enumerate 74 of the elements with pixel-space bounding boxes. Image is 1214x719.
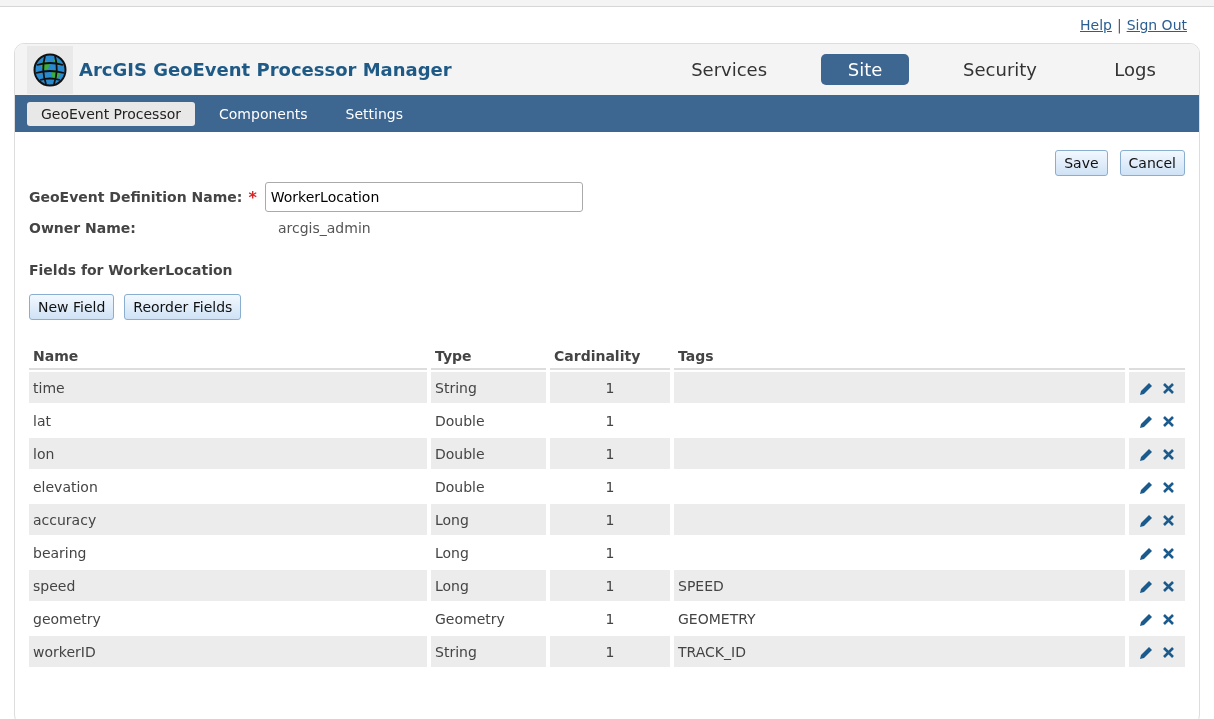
- edit-icon[interactable]: [1139, 513, 1154, 528]
- column-header: Name: [29, 344, 427, 370]
- table-cell-text: Double: [434, 477, 486, 497]
- sub-tab[interactable]: GeoEvent Processor: [27, 101, 195, 126]
- nav-tab[interactable]: Site: [821, 54, 910, 85]
- edit-icon[interactable]: [1139, 414, 1154, 429]
- delete-icon[interactable]: [1161, 382, 1175, 395]
- edit-icon[interactable]: [1139, 447, 1154, 462]
- section-heading: Fields for WorkerLocation: [29, 262, 234, 278]
- delete-icon[interactable]: [1161, 481, 1175, 494]
- required-mark: *: [248, 187, 257, 207]
- edit-icon[interactable]: [1139, 546, 1154, 561]
- table-cell-text: lat: [32, 411, 52, 431]
- field-button[interactable]: Reorder Fields: [124, 294, 242, 320]
- field-label: Owner Name:: [29, 220, 137, 236]
- table-cell: String: [431, 372, 546, 403]
- table-cell: workerID: [29, 636, 427, 667]
- field-button[interactable]: New Field: [29, 294, 115, 320]
- column-header: Cardinality: [550, 344, 670, 370]
- table-cell: time: [29, 372, 427, 403]
- table-cell: 1: [550, 636, 670, 667]
- table-cell-text: 1: [604, 609, 616, 629]
- table-cell-text: elevation: [32, 477, 99, 497]
- column-header: Tags: [674, 344, 1125, 370]
- sub-tab[interactable]: Components: [205, 101, 322, 126]
- table-cell-text: 1: [604, 543, 616, 563]
- field-label: GeoEvent Definition Name:: [29, 189, 243, 205]
- table-cell: 1: [550, 372, 670, 403]
- table-cell-text: Long: [434, 543, 470, 563]
- table-cell: 1: [550, 570, 670, 601]
- table-cell-text: Double: [434, 411, 486, 431]
- delete-icon[interactable]: [1161, 646, 1175, 659]
- help-link[interactable]: Help: [1080, 17, 1112, 33]
- sign-out-link[interactable]: Sign Out: [1126, 17, 1187, 33]
- edit-icon[interactable]: [1139, 612, 1154, 627]
- edit-icon[interactable]: [1139, 645, 1154, 660]
- table-cell: lon: [29, 438, 427, 469]
- delete-icon[interactable]: [1161, 613, 1175, 626]
- delete-icon[interactable]: [1161, 448, 1175, 461]
- nav-tab[interactable]: Services: [675, 54, 784, 85]
- table-cell: accuracy: [29, 504, 427, 535]
- nav-tab[interactable]: Logs: [1091, 54, 1179, 85]
- globe-icon: [33, 52, 67, 87]
- app-title: ArcGIS GeoEvent Processor Manager: [79, 59, 453, 80]
- column-header: Type: [431, 344, 546, 370]
- delete-icon[interactable]: [1161, 580, 1175, 593]
- table-cell: String: [431, 636, 546, 667]
- edit-icon[interactable]: [1139, 381, 1154, 396]
- table-cell-text: geometry: [32, 609, 102, 629]
- table-cell-text: bearing: [32, 543, 88, 563]
- table-cell: 1: [550, 504, 670, 535]
- table-cell-text: 1: [604, 477, 616, 497]
- table-cell: Double: [431, 438, 546, 469]
- link-separator: |: [1116, 17, 1122, 33]
- delete-icon[interactable]: [1161, 415, 1175, 428]
- table-cell: Long: [431, 570, 546, 601]
- definition-name-field[interactable]: WorkerLocation: [264, 182, 583, 212]
- table-cell-text: Geometry: [434, 609, 506, 629]
- table-cell: TRACK_ID: [674, 636, 1125, 667]
- owner-value: arcgis_admin: [278, 220, 371, 236]
- delete-icon[interactable]: [1161, 514, 1175, 527]
- table-cell: Long: [431, 504, 546, 535]
- table-cell: SPEED: [674, 570, 1125, 601]
- edit-icon[interactable]: [1139, 579, 1154, 594]
- sub-tab[interactable]: Settings: [331, 101, 417, 126]
- nav-tab[interactable]: Security: [947, 54, 1053, 85]
- table-cell-text: 1: [604, 411, 616, 431]
- action-button[interactable]: Cancel: [1119, 150, 1185, 176]
- delete-icon[interactable]: [1161, 547, 1175, 560]
- edit-icon[interactable]: [1139, 480, 1154, 495]
- table-cell: speed: [29, 570, 427, 601]
- table-cell-text: GEOMETRY: [677, 609, 757, 629]
- table-cell: 1: [550, 438, 670, 469]
- action-button[interactable]: Save: [1055, 150, 1108, 176]
